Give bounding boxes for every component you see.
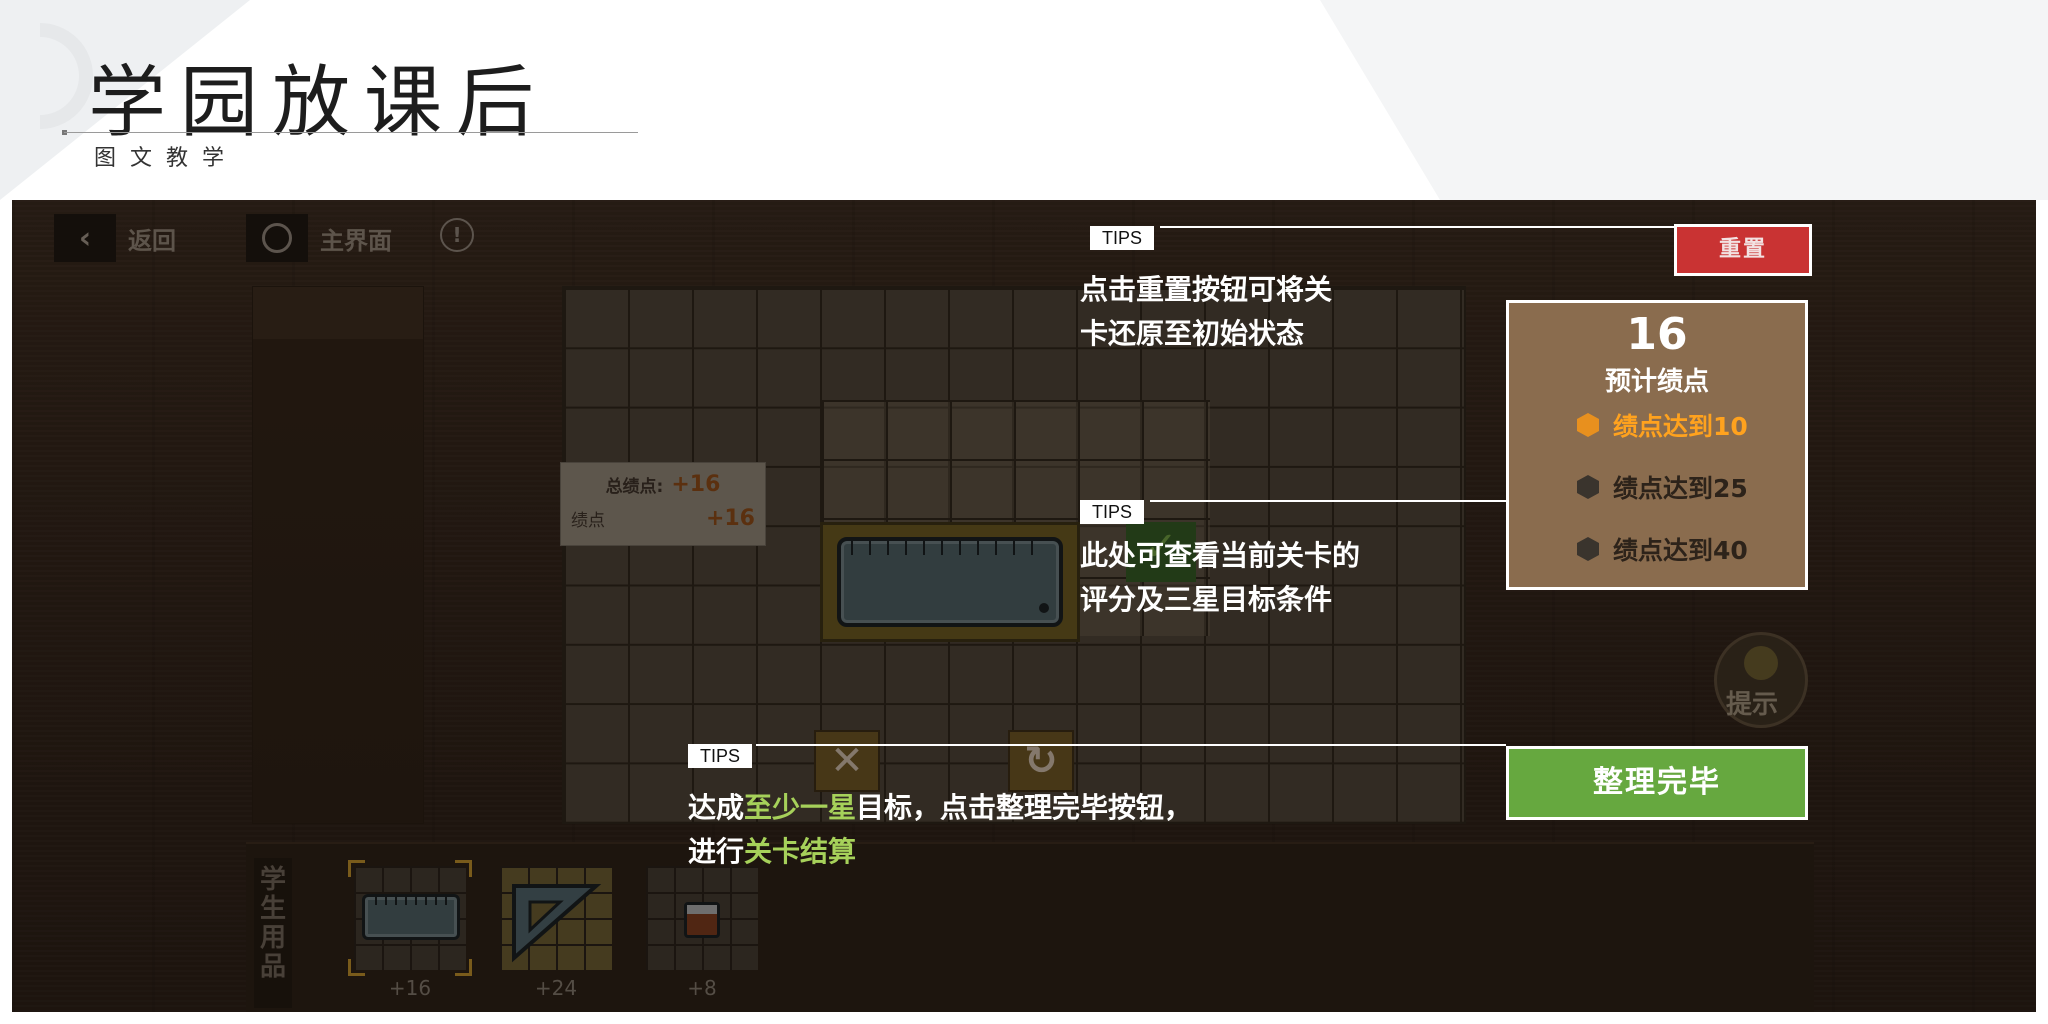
goal-item: 绩点达到40 — [1577, 529, 1748, 569]
hint-label: 提示 — [1726, 690, 1779, 720]
reset-button-highlight[interactable]: 重置 — [1674, 224, 1812, 276]
ruler-icon — [362, 894, 460, 940]
hexagon-icon — [1577, 537, 1599, 561]
star-panel-highlight: 16 预计绩点 绩点达到10 绩点达到25 绩点达到40 — [1506, 300, 1808, 590]
reset-tip-line-2: 卡还原至初始状态 — [1080, 317, 1305, 350]
points-label: 绩点 — [571, 510, 605, 531]
item-tray: 学生用品 +16 +24 +8 — [246, 842, 1814, 1012]
tray-item-eraser[interactable] — [646, 866, 758, 970]
tip-connector — [756, 744, 1506, 746]
finish-tip-highlight: 至少一星 — [744, 791, 857, 824]
side-shelf — [252, 286, 424, 824]
expected-score: 16 — [1626, 309, 1688, 360]
finish-button-highlight[interactable]: 整理完毕 — [1506, 746, 1808, 820]
score-panel: 总绩点: +16 绩点 +16 — [560, 462, 766, 546]
star-tip-line-2: 评分及三星目标条件 — [1080, 583, 1333, 616]
finish-tip-line-1: 达成至少一星目标，点击整理完毕按钮， — [688, 786, 1192, 830]
finish-tip-text: 达成 — [688, 791, 745, 824]
chevron-left-icon: ‹ — [54, 214, 116, 262]
selection-corner — [348, 959, 365, 976]
tray-item-value: +8 — [687, 976, 717, 1000]
points-value: +16 — [705, 505, 755, 531]
finish-tip-highlight: 关卡结算 — [744, 835, 857, 868]
eraser-icon — [684, 902, 720, 938]
tray-item-set-square[interactable] — [500, 866, 612, 970]
title-underline — [64, 132, 638, 133]
selection-corner — [455, 860, 472, 877]
info-icon[interactable]: ! — [440, 218, 474, 252]
tip-connector — [1160, 226, 1676, 228]
reset-tip-line-1: 点击重置按钮可将关 — [1080, 273, 1333, 306]
tray-item-value: +24 — [534, 976, 578, 1000]
home-button[interactable]: 主界面 — [246, 214, 392, 262]
total-value: +16 — [671, 471, 721, 497]
ruler-icon — [837, 537, 1063, 627]
tray-item-value: +16 — [388, 976, 432, 1000]
goal-item: 绩点达到25 — [1577, 467, 1748, 507]
tips-tag: TIPS — [1090, 226, 1155, 250]
goal-text: 绩点达到25 — [1613, 474, 1748, 503]
finish-tip-line-2: 进行关卡结算 — [688, 830, 856, 874]
expected-score-label: 预计绩点 — [1604, 367, 1709, 397]
hexagon-icon — [1577, 475, 1599, 499]
back-button[interactable]: ‹ 返回 — [54, 214, 176, 262]
home-circle-icon — [246, 214, 308, 262]
goal-item: 绩点达到10 — [1577, 405, 1748, 445]
lightbulb-icon — [1744, 646, 1778, 680]
selection-corner — [455, 959, 472, 976]
hexagon-icon — [1577, 413, 1599, 437]
page-title: 学园放课后 — [88, 58, 549, 148]
placed-ruler-slot[interactable] — [820, 522, 1080, 642]
tutorial-header: 学园放课后 图文教学 — [0, 0, 2048, 200]
tip-connector — [1150, 500, 1506, 502]
star-tip-line-1: 此处可查看当前关卡的 — [1080, 539, 1361, 572]
goal-text: 绩点达到10 — [1613, 412, 1748, 441]
rotate-button[interactable]: ↻ — [1008, 730, 1074, 792]
finish-tip-text: 进行 — [688, 835, 745, 868]
back-label: 返回 — [128, 226, 176, 255]
set-square-icon — [512, 884, 602, 963]
total-label: 总绩点: — [605, 476, 664, 497]
page-subtitle: 图文教学 — [94, 146, 239, 171]
remove-button[interactable]: ✕ — [814, 730, 880, 792]
tray-label: 学生用品 — [254, 858, 292, 1008]
goal-text: 绩点达到40 — [1613, 536, 1748, 565]
finish-tip-text: 目标，点击整理完毕按钮， — [856, 791, 1193, 824]
home-label: 主界面 — [320, 226, 392, 255]
tray-item-ruler[interactable] — [348, 860, 472, 976]
shelf-top — [253, 287, 423, 339]
tips-tag: TIPS — [1080, 500, 1145, 524]
game-screen: ‹ 返回 主界面 ! ✓ 总绩点: +16 绩点 +16 ✕ ↻ 重置 16 预… — [12, 200, 2036, 1012]
selection-corner — [348, 860, 365, 877]
tips-tag: TIPS — [688, 744, 753, 768]
